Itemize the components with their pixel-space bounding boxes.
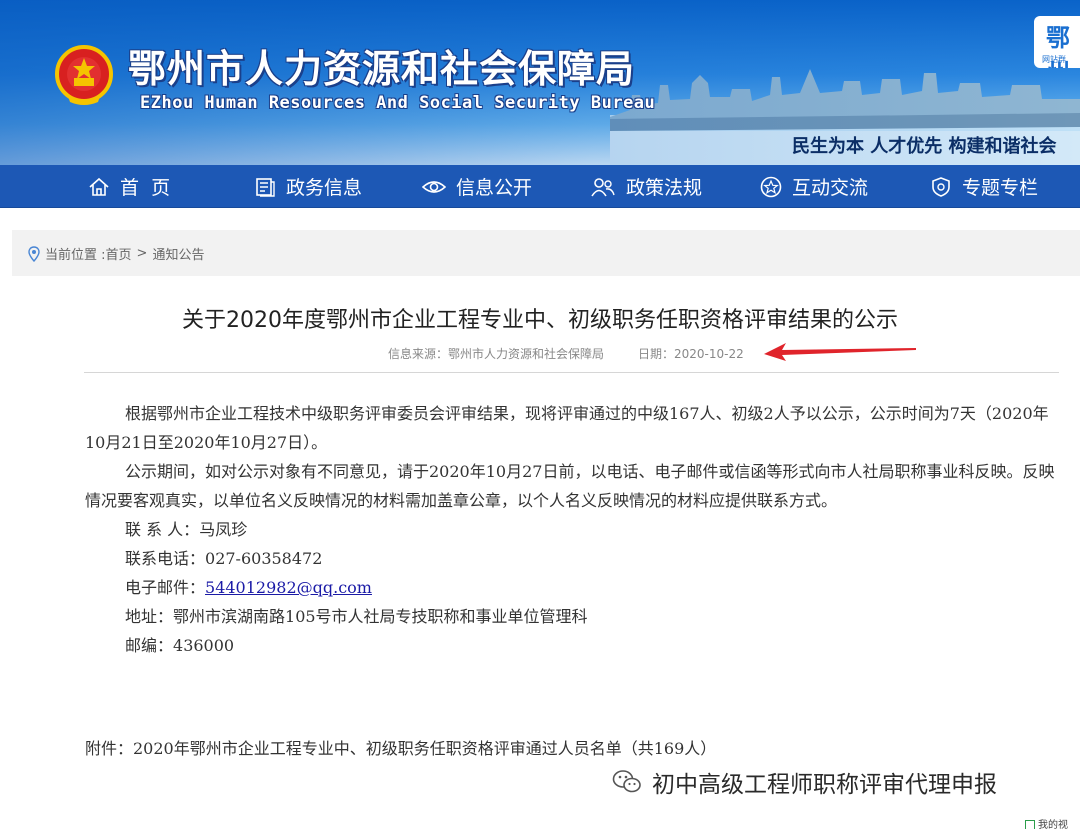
nav-item-label: 政务信息 — [286, 177, 363, 199]
contact-zip-line: 邮编：436000 — [85, 631, 1060, 660]
article-source: 信息来源：鄂州市人力资源和社会保障局 — [388, 347, 605, 361]
article-title: 关于2020年度鄂州市企业工程专业中、初级职务任职资格评审结果的公示 — [182, 308, 898, 333]
nav-item-label: 首 页 — [120, 177, 171, 199]
home-icon — [89, 177, 109, 196]
red-arrow-annotation — [764, 343, 916, 361]
nav-item-interaction[interactable]: 互动交流 — [760, 165, 868, 208]
contact-address-line: 地址：鄂州市滨湖南路105号市人社局专技职称和事业单位管理科 — [85, 602, 1060, 631]
eye-icon — [422, 180, 446, 193]
my-video-label: 我的视 — [1038, 820, 1068, 829]
document-icon — [256, 177, 275, 197]
nav-item-policy-regulations[interactable]: 政策法规 — [590, 165, 702, 208]
contact-phone-line: 联系电话：027-60358472 — [85, 544, 1060, 573]
site-group-logo[interactable]: 鄂州 网站群 — [1034, 16, 1080, 68]
my-video-button[interactable]: 我的视 — [1025, 816, 1068, 829]
breadcrumb-prefix: 当前位置 : — [45, 248, 106, 263]
contact-email-label: 电子邮件： — [125, 578, 206, 597]
nav-item-label: 互动交流 — [792, 177, 869, 199]
contact-person-value: 马凤珍 — [199, 520, 248, 539]
site-title: 鄂州市人力资源和社会保障局 — [128, 46, 636, 91]
article-divider — [84, 372, 1059, 373]
play-icon — [1025, 820, 1035, 829]
national-emblem-icon — [55, 45, 113, 105]
site-slogan: 民生为本 人才优先 构建和谐社会 — [792, 136, 1057, 157]
breadcrumb-separator: > — [136, 246, 148, 261]
article-date: 日期：2020-10-22 — [638, 347, 744, 361]
contact-zip-label: 邮编： — [125, 636, 174, 655]
article-paragraph-2: 公示期间，如对公示对象有不同意见，请于2020年10月27日前，以电话、电子邮件… — [85, 462, 1055, 510]
contact-person-label: 联 系 人： — [125, 520, 200, 539]
nav-item-label: 政策法规 — [626, 177, 703, 199]
contact-address-label: 地址： — [125, 607, 174, 626]
wechat-watermark: 初中高级工程师职称评审代理申报 — [612, 765, 997, 799]
contact-address-value: 鄂州市滨湖南路105号市人社局专技职称和事业单位管理科 — [173, 607, 588, 626]
contact-phone-label: 联系电话： — [125, 549, 206, 568]
contact-person-line: 联 系 人：马凤珍 — [85, 515, 1060, 544]
nav-item-government-info[interactable]: 政务信息 — [254, 165, 362, 208]
contact-phone-value: 027-60358472 — [205, 549, 323, 568]
contact-email-link[interactable]: 544012982@qq.com — [205, 578, 372, 597]
site-title-english: EZhou Human Resources And Social Securit… — [140, 93, 656, 113]
shield-icon — [932, 176, 950, 197]
attachment-link[interactable]: 附件：2020年鄂州市企业工程专业中、初级职务任职资格评审通过人员名单（共169… — [85, 735, 716, 759]
wechat-icon — [612, 770, 641, 793]
breadcrumb-current-link[interactable]: 通知公告 — [152, 244, 204, 263]
nav-item-home[interactable]: 首 页 — [88, 165, 170, 208]
watermark-text: 初中高级工程师职称评审代理申报 — [652, 772, 997, 798]
article-body: 根据鄂州市企业工程技术中级职务评审委员会评审结果，现将评审通过的中级167人、初… — [85, 399, 1060, 660]
contact-email-line: 电子邮件：544012982@qq.com — [85, 573, 1060, 602]
people-icon — [591, 177, 615, 196]
breadcrumb-home-link[interactable]: 首页 — [106, 244, 132, 263]
article-paragraph-1: 根据鄂州市企业工程技术中级职务评审委员会评审结果，现将评审通过的中级167人、初… — [85, 404, 1049, 452]
site-group-logo-caption: 网站群 — [1042, 55, 1066, 64]
article-meta: 信息来源：鄂州市人力资源和社会保障局 日期：2020-10-22 — [388, 345, 744, 362]
breadcrumb: 当前位置 : 首页 > 通知公告 — [28, 244, 204, 263]
nav-item-label: 专题专栏 — [962, 177, 1039, 199]
nav-item-label: 信息公开 — [456, 177, 533, 199]
header-banner: 鄂州市人力资源和社会保障局 EZhou Human Resources And … — [0, 0, 1080, 165]
main-nav: 首 页 政务信息 信息公开 政策法规 互动交流 专题专栏 — [0, 165, 1080, 208]
nav-item-info-disclosure[interactable]: 信息公开 — [422, 165, 532, 208]
star-icon — [760, 176, 782, 197]
location-pin-icon — [28, 245, 40, 262]
nav-item-special-topics[interactable]: 专题专栏 — [930, 165, 1038, 208]
contact-zip-value: 436000 — [173, 636, 235, 655]
